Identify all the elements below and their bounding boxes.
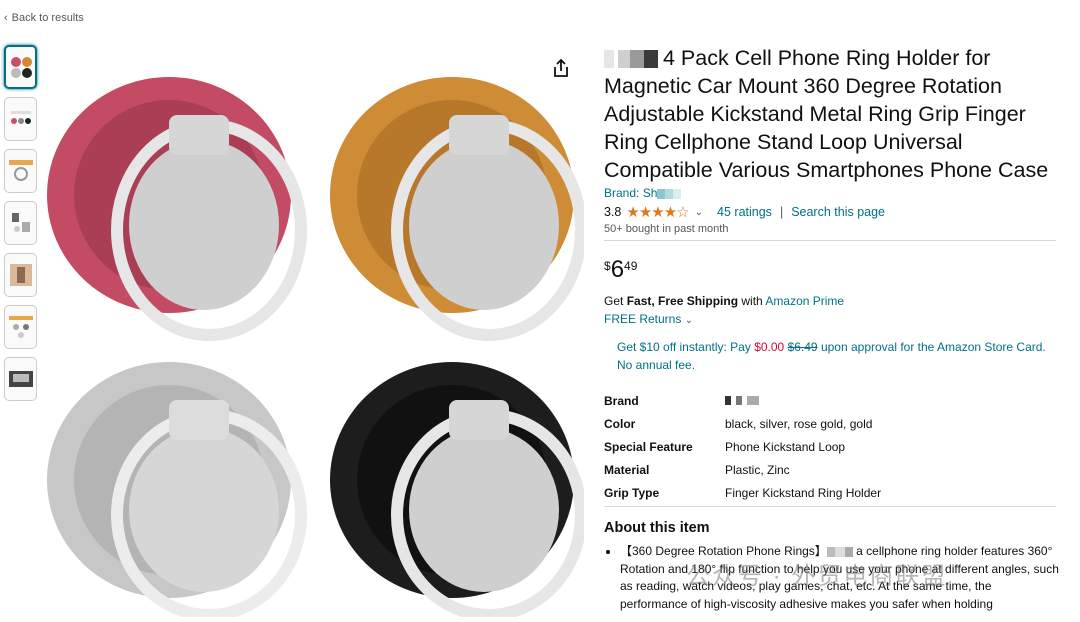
spec-key: Color — [604, 416, 636, 431]
share-icon[interactable] — [550, 57, 572, 79]
product-title-text: 4 Pack Cell Phone Ring Holder for Magnet… — [604, 46, 1049, 182]
spec-row-grip-type: Grip Type Finger Kickstand Ring Holder — [604, 481, 881, 504]
shipping-prefix: Get — [604, 294, 627, 308]
ratings-count-link[interactable]: 45 ratings — [717, 205, 772, 219]
watermark: 公众号 · 外贸电商联盟 — [686, 563, 948, 590]
shipping-bold: Fast, Free Shipping — [626, 294, 739, 308]
spec-key: Grip Type — [604, 485, 660, 500]
price-whole: 6 — [610, 256, 625, 283]
store-card-offer[interactable]: Get $10 off instantly: Pay $0.00 $6.49 u… — [617, 338, 1047, 374]
thumbnail-7[interactable] — [4, 357, 37, 401]
price-fraction: 49 — [624, 259, 638, 273]
spec-row-special-feature: Special Feature Phone Kickstand Loop — [604, 435, 881, 458]
chevron-down-icon: ⌄ — [684, 315, 694, 326]
card-offer-strike: $6.49 — [787, 340, 818, 354]
divider — [604, 506, 1056, 507]
back-label: Back to results — [11, 12, 84, 24]
shipping-mid: with — [738, 294, 766, 308]
blurred-brand-logo — [604, 50, 658, 69]
about-heading: About this item — [604, 520, 710, 536]
spec-value — [725, 394, 759, 408]
chevron-down-icon[interactable]: ⌄ — [695, 207, 703, 218]
thumbnail-3[interactable] — [4, 149, 37, 193]
separator: | — [779, 205, 784, 219]
thumbnail-4[interactable] — [4, 201, 37, 245]
bought-count: 50+ bought in past month — [604, 223, 729, 235]
rating-row: 3.8 ★★★★☆ ⌄ 45 ratings | Search this pag… — [604, 203, 885, 221]
blurred-brand-name — [657, 188, 682, 199]
amazon-prime-link[interactable]: Amazon Prime — [765, 294, 844, 308]
specs-table: Brand Color black, silver, rose gold, go… — [604, 389, 881, 504]
thumbnail-2[interactable] — [4, 97, 37, 141]
price-symbol: $ — [604, 259, 611, 273]
spec-key: Special Feature — [604, 439, 693, 454]
main-product-image[interactable] — [44, 60, 587, 621]
spec-key: Brand — [604, 393, 639, 408]
card-offer-text1: Get $10 off instantly: Pay — [617, 340, 755, 354]
spec-value: Phone Kickstand Loop — [725, 439, 846, 454]
divider — [604, 240, 1056, 241]
price: $649 — [604, 256, 637, 284]
spec-row-material: Material Plastic, Zinc — [604, 458, 881, 481]
rating-value: 3.8 — [604, 205, 622, 219]
thumbnail-5[interactable] — [4, 253, 37, 297]
shipping-info: Get Fast, Free Shipping with Amazon Prim… — [604, 294, 844, 308]
product-title: 4 Pack Cell Phone Ring Holder for Magnet… — [604, 44, 1056, 184]
thumbnail-6[interactable] — [4, 305, 37, 349]
card-offer-free: $0.00 — [754, 340, 785, 354]
thumbnail-strip — [4, 45, 40, 409]
back-to-results-link[interactable]: ‹ Back to results — [4, 12, 84, 24]
free-returns-link[interactable]: FREE Returns ⌄ — [604, 312, 693, 326]
spec-row-brand: Brand — [604, 389, 881, 412]
brand-label: Brand: Sh — [604, 186, 658, 200]
search-this-page-link[interactable]: Search this page — [791, 205, 885, 219]
chevron-left-icon: ‹ — [4, 12, 8, 24]
spec-value: Plastic, Zinc — [725, 462, 790, 477]
free-returns-label: FREE Returns — [604, 312, 682, 326]
thumbnail-1[interactable] — [4, 45, 37, 89]
star-icon[interactable]: ★★★★☆ — [626, 203, 689, 221]
spec-key: Material — [604, 462, 650, 477]
brand-link[interactable]: Brand: Sh — [604, 186, 682, 200]
spec-value: black, silver, rose gold, gold — [725, 416, 873, 431]
blurred-brand-value — [725, 395, 759, 405]
spec-row-color: Color black, silver, rose gold, gold — [604, 412, 881, 435]
spec-value: Finger Kickstand Ring Holder — [725, 485, 882, 500]
